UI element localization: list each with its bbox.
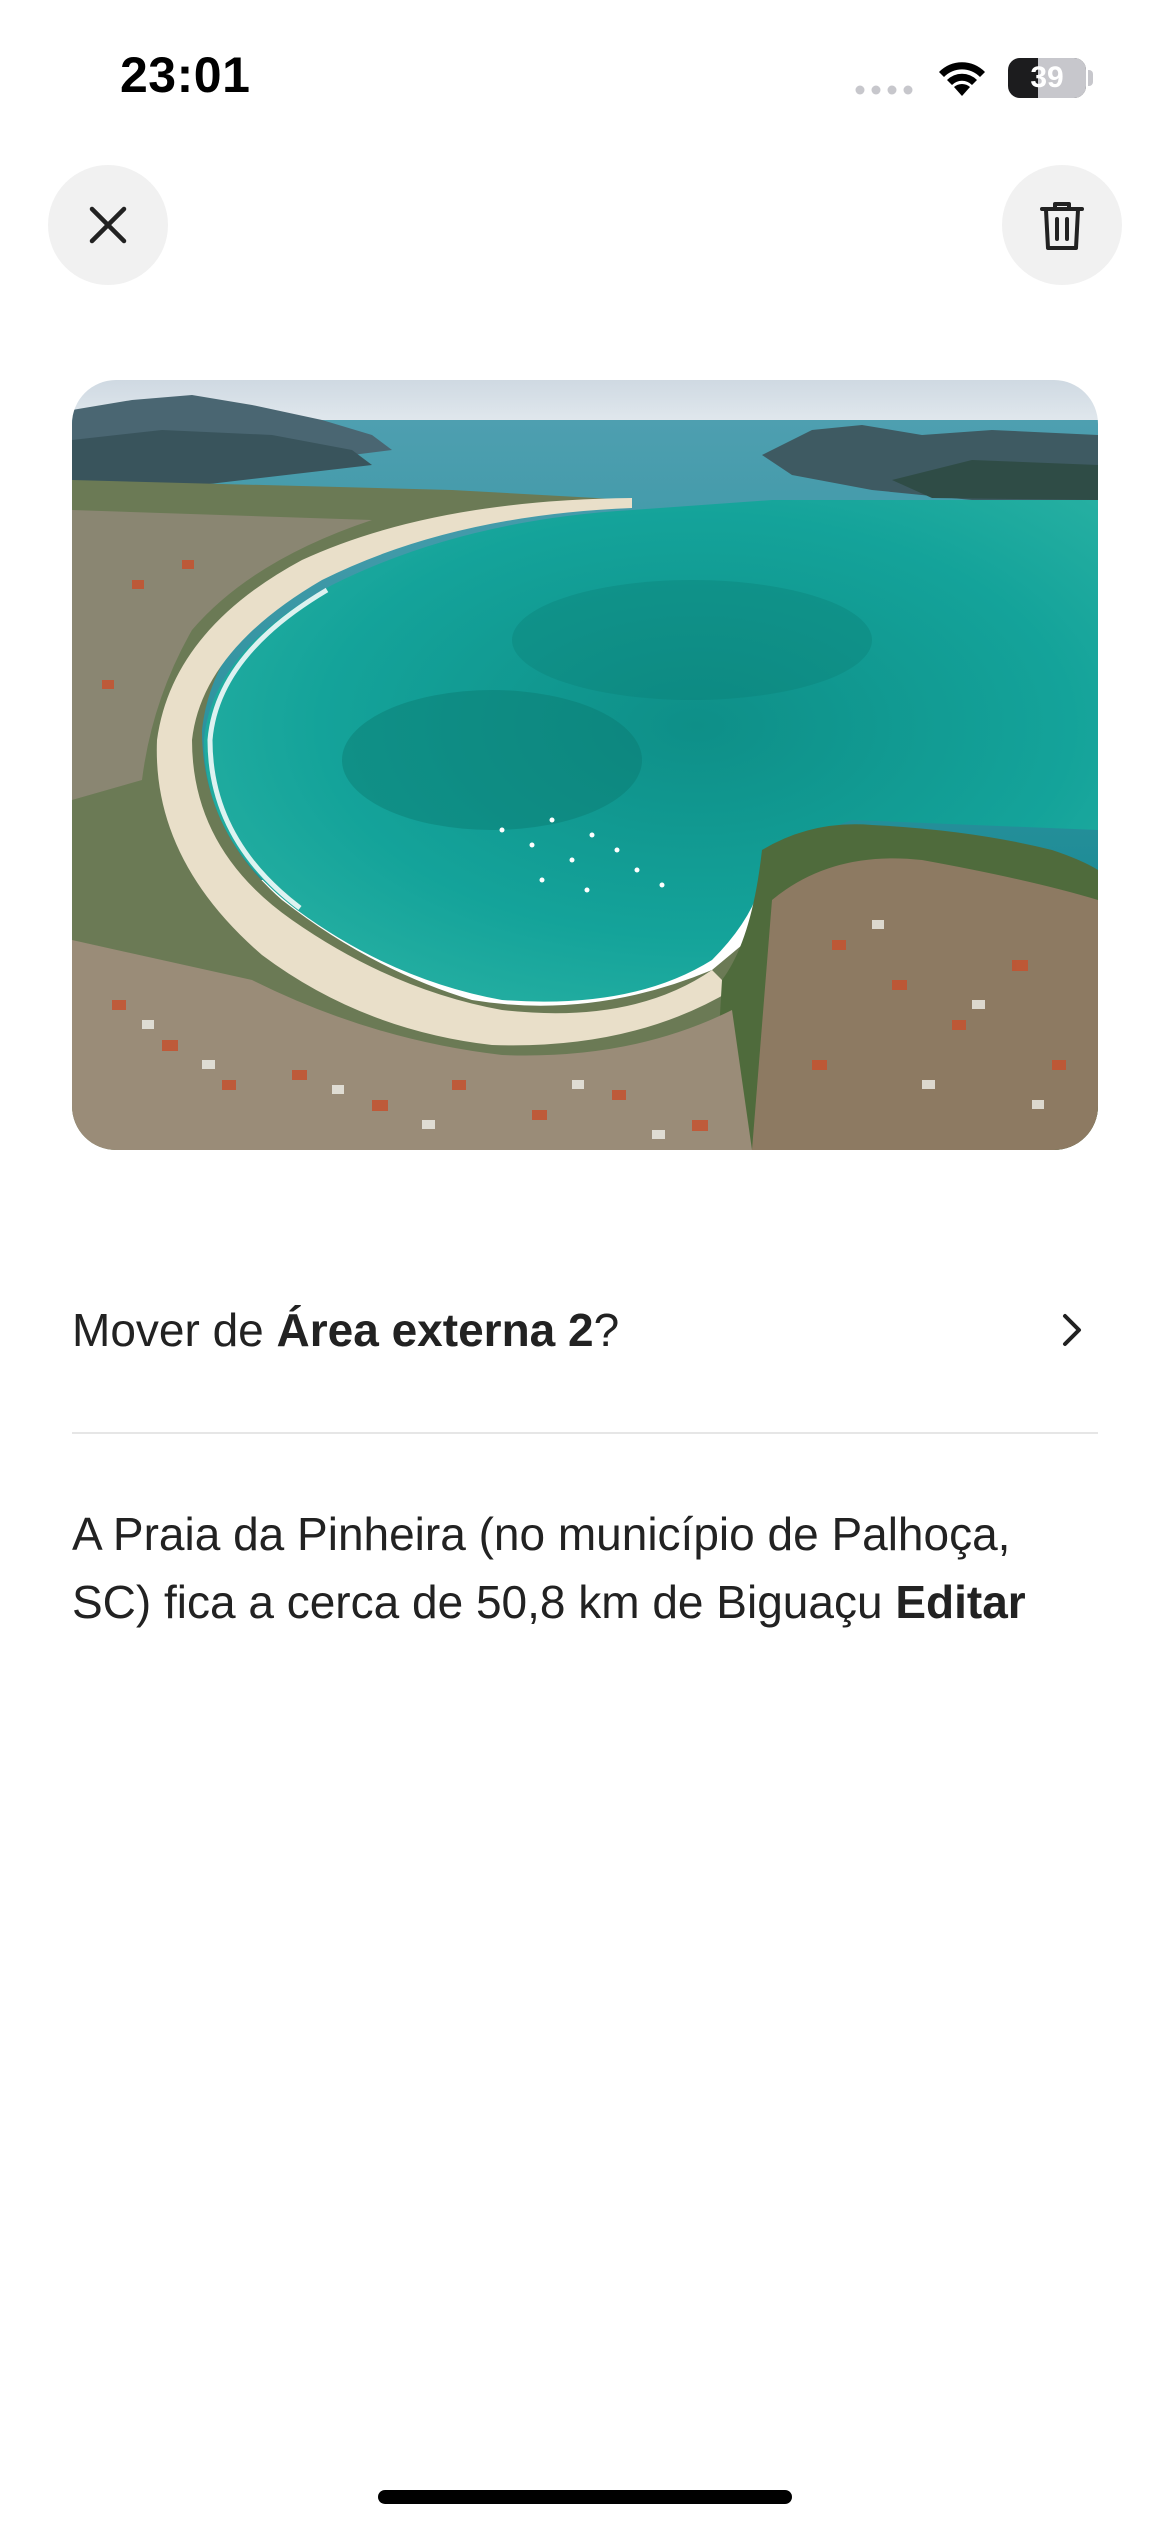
move-from-area-row[interactable]: Mover de Área externa 2?: [72, 1280, 1098, 1380]
move-prefix: Mover de: [72, 1304, 277, 1356]
move-suffix: ?: [593, 1304, 620, 1356]
battery-icon: 39: [1008, 58, 1086, 98]
photo-description: A Praia da Pinheira (no município de Pal…: [72, 1500, 1098, 1636]
edit-description-link[interactable]: Editar: [895, 1576, 1025, 1628]
area-name: Área externa 2: [276, 1304, 594, 1356]
cellular-signal-icon: [855, 85, 913, 95]
battery-percentage: 39: [1030, 61, 1064, 94]
home-indicator[interactable]: [378, 2490, 792, 2504]
beach-photo-illustration: [72, 380, 1098, 1150]
aerial-beach-photo[interactable]: [72, 380, 1098, 1150]
divider: [72, 1432, 1098, 1434]
delete-photo-button[interactable]: [1002, 165, 1122, 285]
status-bar: 23:01 39: [0, 0, 1170, 150]
trash-icon: [1040, 202, 1084, 250]
chevron-right-icon: [1052, 1310, 1092, 1350]
move-from-area-text: Mover de Área externa 2?: [72, 1303, 1052, 1357]
status-time: 23:01: [120, 47, 251, 103]
description-text: A Praia da Pinheira (no município de Pal…: [72, 1508, 1011, 1628]
battery-cap: [1088, 70, 1093, 86]
wifi-icon: [939, 62, 985, 96]
close-icon: [89, 206, 127, 244]
close-button[interactable]: [48, 165, 168, 285]
